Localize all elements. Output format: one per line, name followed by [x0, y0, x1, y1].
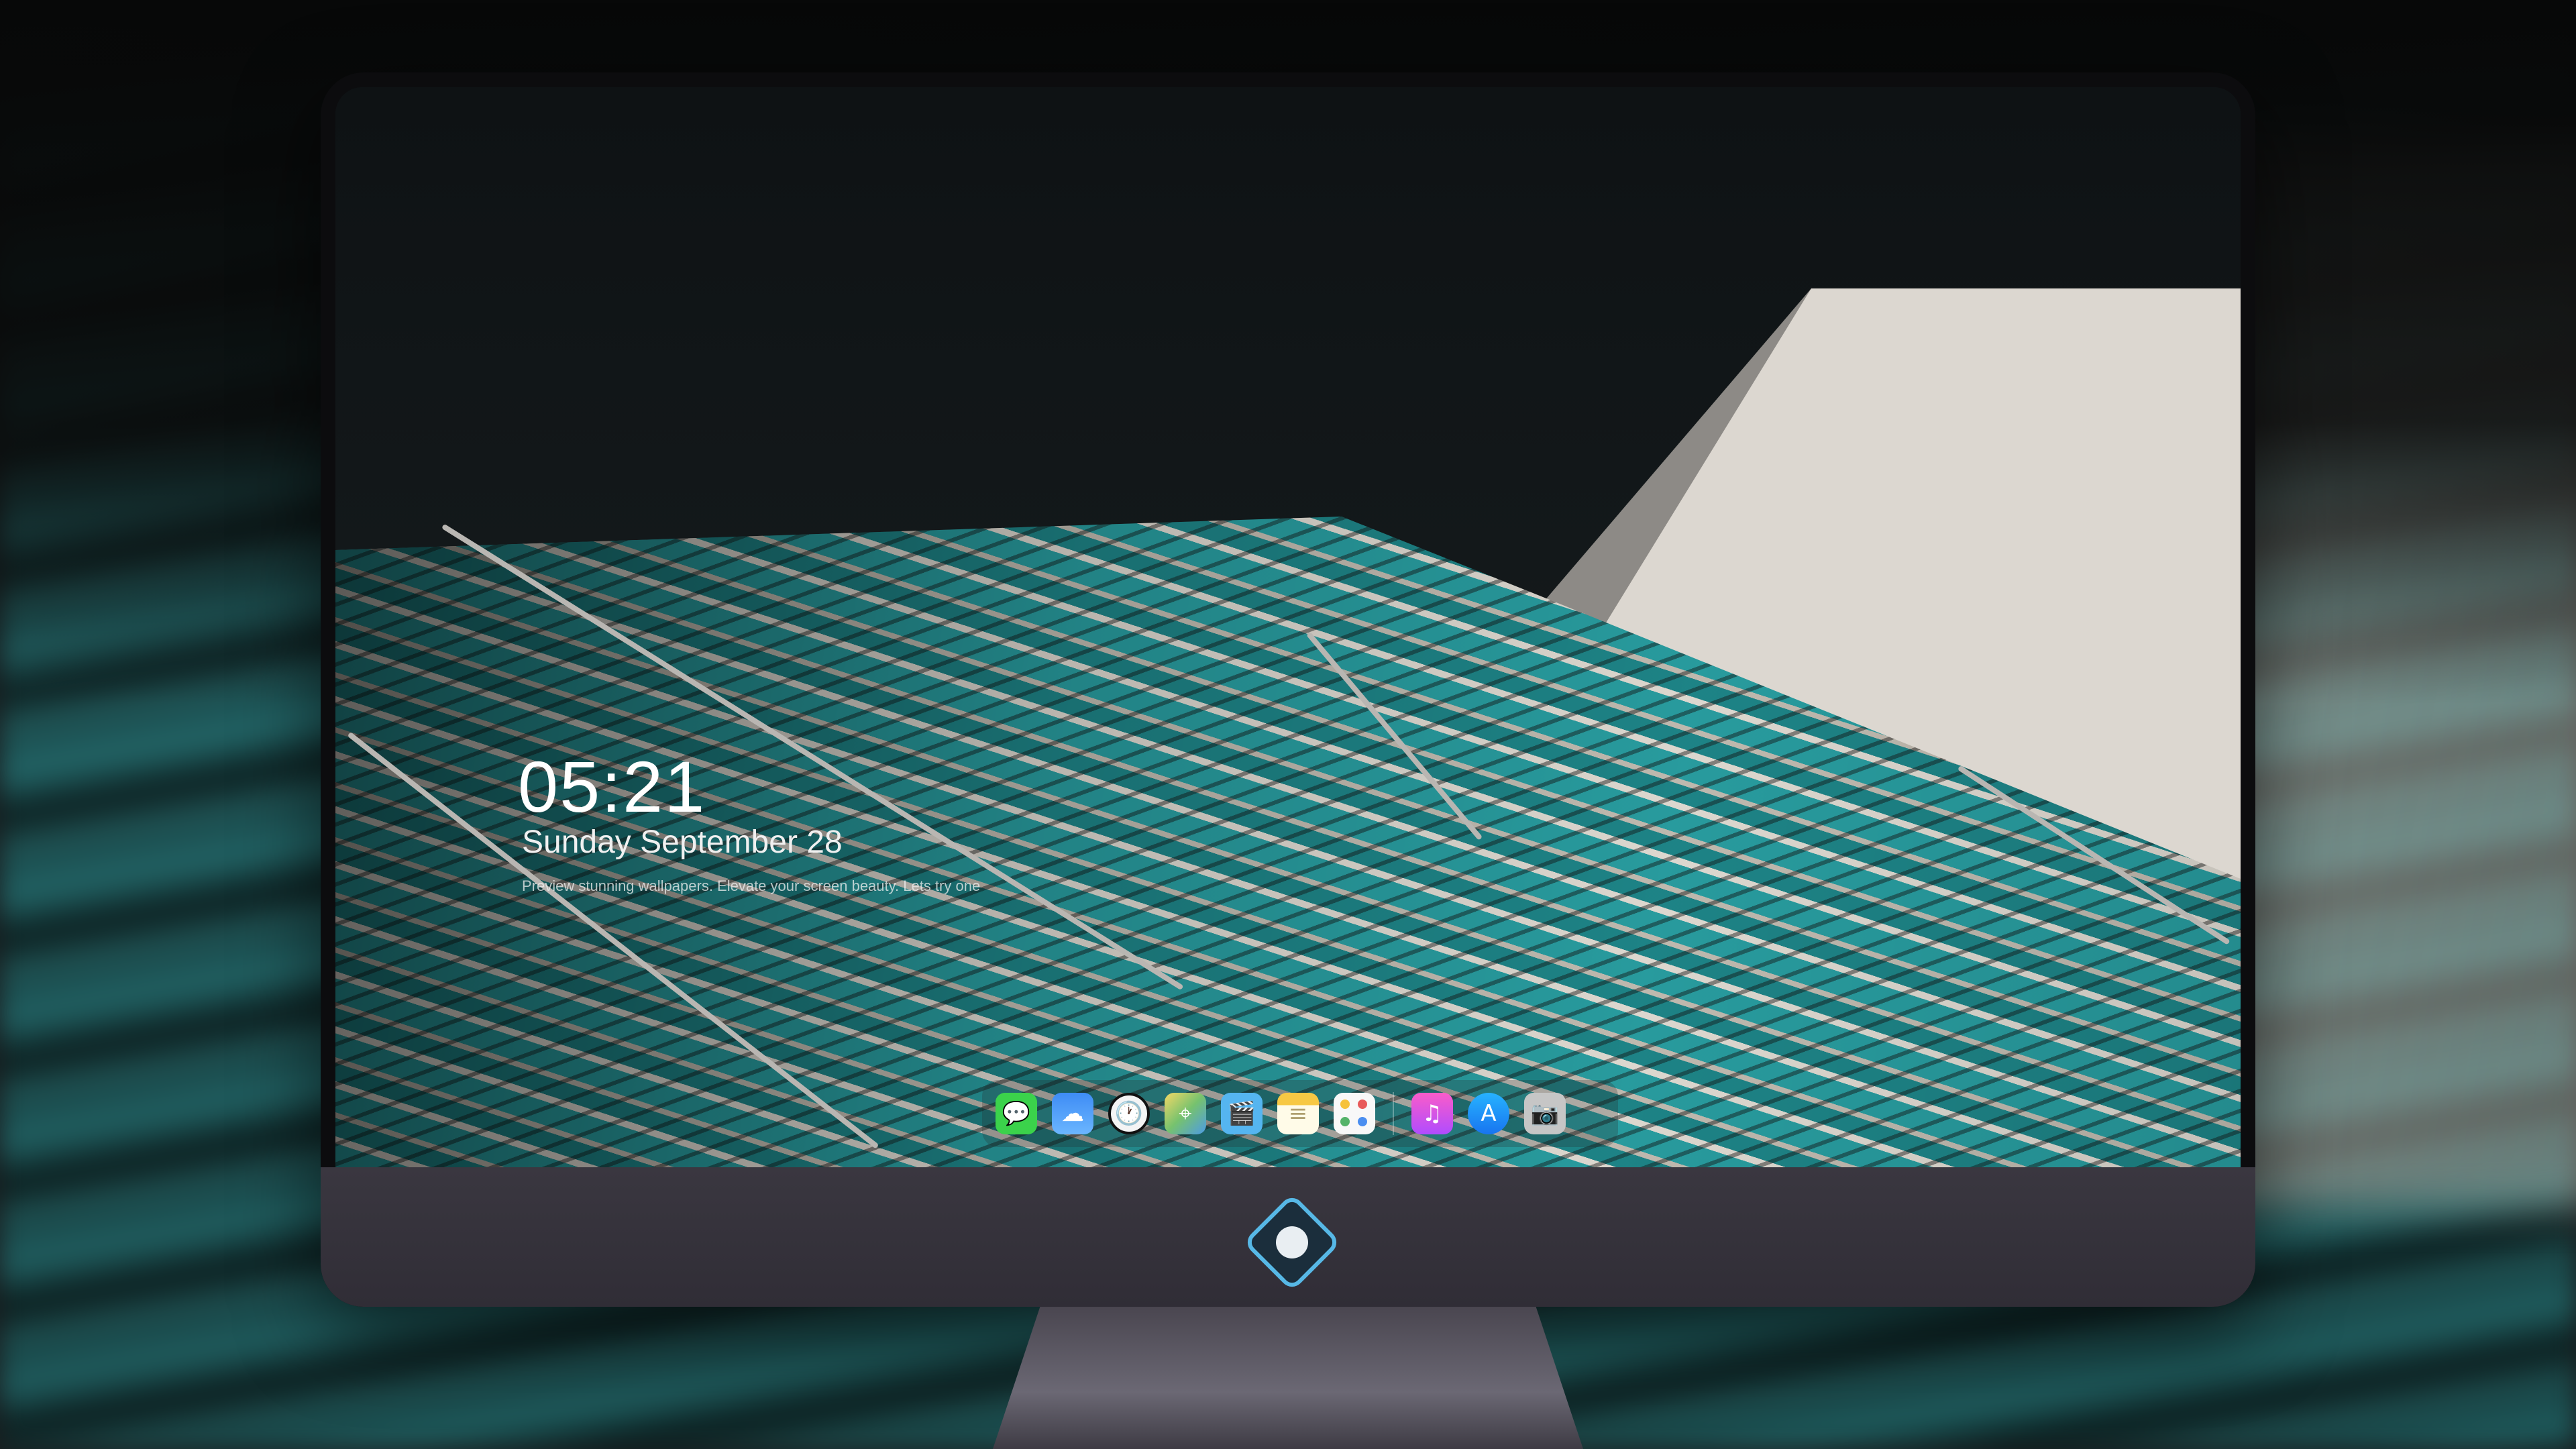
maps-icon[interactable]: ⌖	[1165, 1093, 1206, 1134]
music-icon-glyph: ♫	[1421, 1100, 1443, 1127]
clock-icon-glyph: 🕐	[1114, 1100, 1144, 1127]
clapperboard-icon-glyph: 🎬	[1227, 1100, 1256, 1127]
brand-logo-icon	[1242, 1193, 1342, 1292]
lockscreen-tagline: Preview stunning wallpapers. Elevate you…	[522, 877, 981, 894]
app-store-icon-glyph: A	[1481, 1100, 1497, 1127]
logo-mascot	[1276, 1226, 1308, 1258]
weather-icon-glyph: ☁	[1061, 1100, 1084, 1127]
photos-icon[interactable]	[1334, 1093, 1375, 1134]
photos-icon-dot	[1358, 1099, 1367, 1109]
notes-icon-glyph: ≡	[1288, 1100, 1308, 1127]
music-icon[interactable]: ♫	[1411, 1093, 1453, 1134]
maps-icon-glyph: ⌖	[1179, 1100, 1192, 1127]
lockscreen-date: Sunday September 28	[522, 824, 843, 860]
messages-icon[interactable]: 💬	[996, 1093, 1037, 1134]
weather-icon[interactable]: ☁	[1052, 1093, 1093, 1134]
messages-icon-glyph: 💬	[1002, 1100, 1031, 1127]
photos-icon-dot	[1340, 1117, 1350, 1126]
camera-icon-glyph: 📷	[1530, 1100, 1560, 1127]
photos-icon-dot	[1358, 1117, 1367, 1126]
notes-icon[interactable]: ≡	[1277, 1093, 1319, 1134]
camera-icon[interactable]: 📷	[1524, 1093, 1566, 1134]
dock-separator	[1393, 1092, 1394, 1135]
clock-icon[interactable]: 🕐	[1108, 1093, 1150, 1134]
lockscreen-time: 05:21	[518, 746, 706, 827]
clapperboard-icon[interactable]: 🎬	[1221, 1093, 1263, 1134]
app-store-icon[interactable]: A	[1468, 1093, 1509, 1134]
monitor-stand	[993, 1307, 1583, 1449]
desktop-screen[interactable]: 05:21 Sunday September 28 Preview stunni…	[335, 87, 2241, 1167]
photos-icon-dot	[1340, 1099, 1350, 1109]
monitor-chin	[321, 1167, 2255, 1307]
dock: 💬 ☁ 🕐 ⌖ 🎬 ≡ ♫ A 📷	[982, 1080, 1618, 1147]
monitor: 05:21 Sunday September 28 Preview stunni…	[321, 72, 2255, 1307]
